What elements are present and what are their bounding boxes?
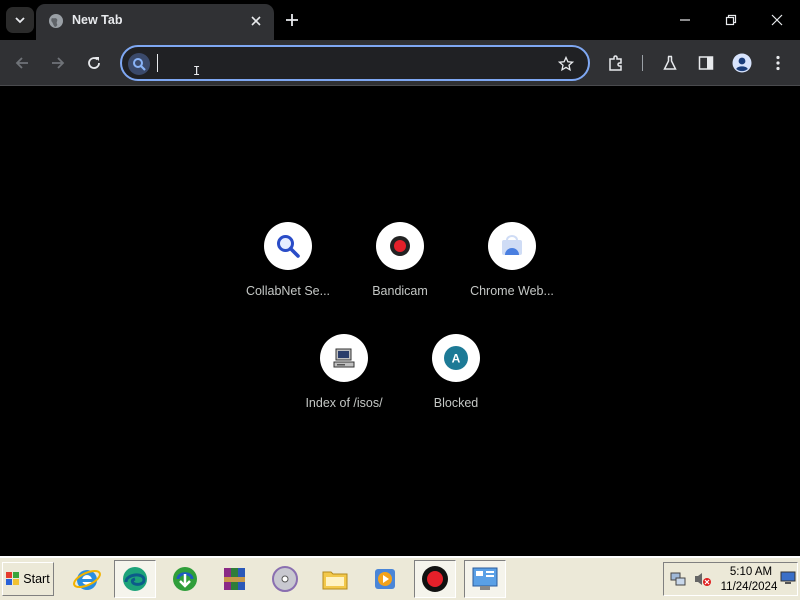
- shortcut-bandicam[interactable]: Bandicam: [344, 222, 456, 314]
- shortcut-icon-circle: [376, 222, 424, 270]
- start-button[interactable]: Start: [2, 562, 54, 596]
- minimize-icon: [680, 19, 690, 21]
- taskbar: Start 5:10 AM 11/24/2024: [0, 556, 800, 600]
- star-icon: [558, 56, 574, 72]
- taskbar-app-explorer[interactable]: [314, 560, 356, 598]
- side-panel-icon: [698, 56, 714, 70]
- taskbar-app-control-panel[interactable]: [464, 560, 506, 598]
- forward-button[interactable]: [44, 49, 72, 77]
- reload-button[interactable]: [80, 49, 108, 77]
- toolbar-divider: [642, 55, 643, 71]
- taskbar-app-bandicam[interactable]: [414, 560, 456, 598]
- i-beam-cursor-icon: I: [193, 64, 201, 78]
- tab-search-button[interactable]: [6, 7, 34, 33]
- back-button[interactable]: [8, 49, 36, 77]
- shortcut-chrome-web-store[interactable]: Chrome Web...: [456, 222, 568, 314]
- arrow-left-icon: [15, 57, 28, 69]
- chrome-web-store-icon: [502, 235, 522, 255]
- display-icon[interactable]: [780, 571, 796, 585]
- close-icon: [251, 16, 261, 26]
- edge-icon: [123, 567, 147, 591]
- extensions-button[interactable]: [602, 49, 630, 77]
- media-player-icon: [375, 569, 395, 589]
- arrow-right-icon: [52, 57, 65, 69]
- control-panel-icon: [472, 567, 498, 590]
- network-icon[interactable]: [670, 571, 686, 587]
- globe-icon: [49, 14, 63, 28]
- new-tab-button[interactable]: [280, 8, 304, 32]
- clock-date[interactable]: 11/24/2024: [716, 581, 782, 593]
- folder-icon: [322, 571, 348, 590]
- avatar-icon: [732, 53, 752, 73]
- shortcut-label: Index of /isos/: [305, 396, 383, 410]
- toolbar: I: [0, 40, 800, 86]
- shortcut-icon-circle: [264, 222, 312, 270]
- download-manager-icon: [173, 567, 197, 591]
- computer-icon: [333, 348, 355, 368]
- puzzle-icon: [609, 55, 622, 71]
- shortcut-label: CollabNet Se...: [245, 284, 331, 298]
- tab-new-tab[interactable]: New Tab: [36, 4, 274, 40]
- menu-button[interactable]: [764, 49, 792, 77]
- kebab-menu-icon: [776, 55, 780, 71]
- plus-icon: [286, 14, 298, 26]
- omnibox[interactable]: I: [120, 45, 590, 81]
- shortcut-icon-circle: A: [432, 334, 480, 382]
- shortcut-icon-circle: [320, 334, 368, 382]
- volume-muted-icon[interactable]: [694, 571, 712, 587]
- chevron-down-icon: [15, 17, 25, 24]
- taskbar-app-edge[interactable]: [114, 560, 156, 598]
- shortcut-index-of-isos[interactable]: Index of /isos/: [288, 334, 400, 426]
- restore-icon: [725, 14, 737, 26]
- labs-button[interactable]: [656, 49, 684, 77]
- record-icon: [390, 236, 410, 256]
- taskbar-app-internet-explorer[interactable]: [66, 560, 108, 598]
- system-tray: 5:10 AM 11/24/2024: [663, 562, 798, 596]
- side-panel-button[interactable]: [692, 49, 720, 77]
- shortcut-collabnet[interactable]: CollabNet Se...: [232, 222, 344, 314]
- start-label: Start: [23, 572, 50, 586]
- shortcut-label: Blocked: [433, 396, 479, 410]
- shortcut-label: Chrome Web...: [470, 284, 554, 298]
- magnifier-icon: [277, 235, 300, 258]
- close-icon: [771, 14, 783, 26]
- windows-logo-icon: [6, 572, 20, 585]
- address-input[interactable]: [156, 51, 546, 75]
- minimize-button[interactable]: [662, 0, 708, 40]
- letter-avatar-text: A: [452, 352, 461, 366]
- clock-time[interactable]: 5:10 AM: [722, 566, 780, 578]
- screen: New Tab I CollabNet Se... Bandicam Chrom…: [0, 0, 800, 600]
- text-caret: [157, 54, 158, 72]
- taskbar-app-winrar[interactable]: [214, 560, 256, 598]
- taskbar-app-media-player[interactable]: [364, 560, 406, 598]
- internet-explorer-icon: [73, 569, 101, 590]
- winrar-icon: [224, 568, 245, 590]
- profile-button[interactable]: [728, 49, 756, 77]
- dvd-icon: [272, 566, 298, 592]
- shortcut-label: Bandicam: [372, 284, 428, 298]
- close-window-button[interactable]: [754, 0, 800, 40]
- shortcut-blocked[interactable]: A Blocked: [400, 334, 512, 426]
- taskbar-app-dvd[interactable]: [264, 560, 306, 598]
- bandicam-icon: [422, 566, 448, 592]
- tab-title: New Tab: [72, 13, 123, 27]
- reload-icon: [88, 57, 100, 69]
- restore-button[interactable]: [708, 0, 754, 40]
- tab-strip: New Tab: [0, 0, 800, 40]
- bookmark-button[interactable]: [556, 54, 576, 74]
- flask-icon: [663, 55, 677, 70]
- taskbar-app-download-manager[interactable]: [164, 560, 206, 598]
- letter-avatar-icon: A: [444, 346, 468, 370]
- tab-close-button[interactable]: [246, 11, 266, 31]
- search-icon: [128, 53, 150, 75]
- shortcut-icon-circle: [488, 222, 536, 270]
